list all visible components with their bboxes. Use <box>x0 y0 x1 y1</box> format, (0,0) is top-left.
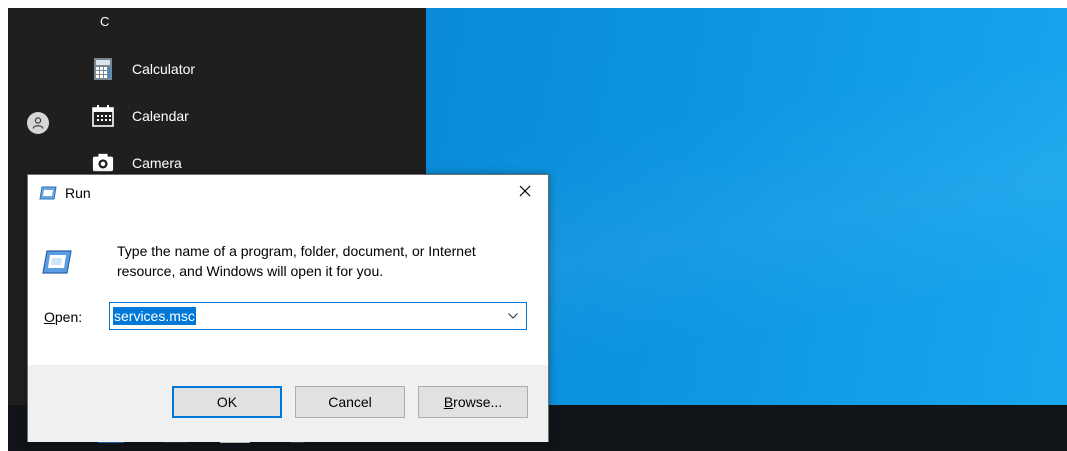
run-description: Type the name of a program, folder, docu… <box>117 243 476 279</box>
cancel-button[interactable]: Cancel <box>295 386 405 418</box>
run-dialog-titlebar[interactable]: Run <box>28 175 548 212</box>
browse-label-rest: rowse... <box>453 394 503 410</box>
run-icon <box>39 186 57 200</box>
browse-button[interactable]: Browse... <box>418 386 528 418</box>
open-combobox[interactable]: services.msc <box>109 302 527 330</box>
app-item-camera[interactable]: Camera <box>92 149 182 177</box>
open-label-mnemonic: O <box>44 309 55 325</box>
app-list-letter-header[interactable]: C <box>100 14 109 29</box>
app-item-calculator[interactable]: Calculator <box>92 55 195 83</box>
app-label: Camera <box>132 155 182 171</box>
close-icon <box>519 185 531 197</box>
open-label: Open: <box>44 309 82 325</box>
close-button[interactable] <box>502 175 548 207</box>
run-program-icon <box>42 250 72 274</box>
dropdown-button[interactable] <box>504 307 522 325</box>
app-label: Calculator <box>132 61 196 77</box>
ok-button[interactable]: OK <box>172 386 282 418</box>
app-item-calendar[interactable]: Calendar <box>92 102 189 130</box>
chevron-down-icon <box>508 313 518 319</box>
dialog-title: Run <box>65 185 91 201</box>
open-input[interactable]: services.msc <box>113 307 196 325</box>
calculator-icon <box>92 58 114 80</box>
button-area: OK Cancel Browse... <box>28 365 548 442</box>
browse-mnemonic: B <box>443 394 454 410</box>
user-avatar-icon[interactable] <box>27 112 49 134</box>
calendar-icon <box>92 105 114 127</box>
screen: C Calculator Calendar Camera Run Type th… <box>8 8 1067 451</box>
app-label: Calendar <box>132 108 189 124</box>
camera-icon <box>92 152 114 174</box>
open-label-rest: pen: <box>54 309 83 325</box>
run-dialog: Run Type the name of a program, folder, … <box>27 174 549 442</box>
